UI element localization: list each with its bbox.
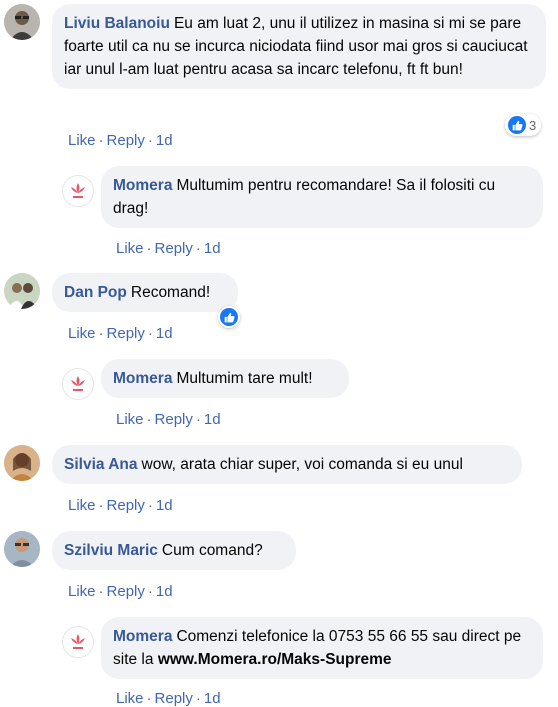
reply-button[interactable]: Reply <box>155 240 193 257</box>
reply-button[interactable]: Reply <box>107 132 145 149</box>
reply-button[interactable]: Reply <box>155 411 193 428</box>
separator: · <box>195 411 201 428</box>
separator: · <box>146 411 152 428</box>
comment-text: Multumim tare mult! <box>176 370 313 387</box>
separator: · <box>98 132 104 149</box>
reaction-count[interactable]: 3 <box>505 114 542 136</box>
timestamp[interactable]: 1d <box>156 325 173 342</box>
separator: · <box>146 690 152 707</box>
separator: · <box>146 240 152 257</box>
comment-author[interactable]: Dan Pop <box>64 284 127 301</box>
comment-author[interactable]: Liviu Balanoiu <box>64 15 170 32</box>
separator: · <box>98 583 104 600</box>
comment-actions: Like · Reply · 1d <box>68 583 173 600</box>
like-icon <box>220 308 238 326</box>
comment-bubble: Momera Multumim tare mult! <box>101 359 349 398</box>
comment-actions: Like · Reply · 1d <box>68 132 173 149</box>
separator: · <box>147 132 153 149</box>
comment-bubble: Momera Multumim pentru recomandare! Sa il… <box>101 166 543 228</box>
avatar[interactable] <box>4 445 40 481</box>
momera-logo-icon <box>71 183 85 198</box>
separator: · <box>98 325 104 342</box>
website-link[interactable]: www.Momera.ro/Maks-Supreme <box>158 651 392 668</box>
reply-button[interactable]: Reply <box>107 497 145 514</box>
comment-actions: Like · Reply · 1d <box>68 325 173 342</box>
comment-actions: Like · Reply · 1d <box>68 497 173 514</box>
avatar[interactable] <box>62 626 94 658</box>
comment-bubble: Momera Comenzi telefonice la 0753 55 66 5… <box>101 617 543 679</box>
comment-author[interactable]: Momera <box>113 370 172 387</box>
like-button[interactable]: Like <box>116 411 144 428</box>
momera-logo-icon <box>71 634 85 649</box>
comment-bubble: Silvia Ana wow, arata chiar super, voi co… <box>52 445 522 484</box>
separator: · <box>147 497 153 514</box>
timestamp[interactable]: 1d <box>204 690 221 707</box>
avatar[interactable] <box>62 368 94 400</box>
like-icon <box>508 116 526 134</box>
comment-author[interactable]: Momera <box>113 177 172 194</box>
like-button[interactable]: Like <box>68 325 96 342</box>
comment-actions: Like · Reply · 1d <box>116 690 221 707</box>
reply-button[interactable]: Reply <box>155 690 193 707</box>
reply-button[interactable]: Reply <box>107 325 145 342</box>
like-button[interactable]: Like <box>116 690 144 707</box>
avatar[interactable] <box>4 531 40 567</box>
separator: · <box>147 325 153 342</box>
comment-author[interactable]: Szilviu Maric <box>64 542 158 559</box>
comment-bubble: Liviu Balanoiu Eu am luat 2, unu il utili… <box>52 4 546 89</box>
avatar[interactable] <box>62 175 94 207</box>
separator: · <box>195 690 201 707</box>
like-button[interactable]: Like <box>68 497 96 514</box>
like-button[interactable]: Like <box>68 132 96 149</box>
timestamp[interactable]: 1d <box>156 132 173 149</box>
timestamp[interactable]: 1d <box>156 497 173 514</box>
comment-bubble: Szilviu Maric Cum comand? <box>52 531 296 570</box>
comment-author[interactable]: Silvia Ana <box>64 456 138 473</box>
like-button[interactable]: Like <box>68 583 96 600</box>
separator: · <box>195 240 201 257</box>
comment-bubble: Dan Pop Recomand! <box>52 273 238 312</box>
separator: · <box>98 497 104 514</box>
comment-actions: Like · Reply · 1d <box>116 240 221 257</box>
reply-button[interactable]: Reply <box>107 583 145 600</box>
separator: · <box>147 583 153 600</box>
comment-text: wow, arata chiar super, voi comanda si e… <box>141 456 463 473</box>
comment-actions: Like · Reply · 1d <box>116 411 221 428</box>
comment-text: Recomand! <box>130 284 211 301</box>
timestamp[interactable]: 1d <box>204 411 221 428</box>
like-button[interactable]: Like <box>116 240 144 257</box>
comment-text: Cum comand? <box>161 542 263 559</box>
reaction-number: 3 <box>529 117 537 133</box>
timestamp[interactable]: 1d <box>204 240 221 257</box>
avatar[interactable] <box>4 273 40 309</box>
timestamp[interactable]: 1d <box>156 583 173 600</box>
comment-author[interactable]: Momera <box>113 628 172 645</box>
momera-logo-icon <box>71 376 85 391</box>
reaction-count[interactable] <box>218 306 240 328</box>
avatar[interactable] <box>4 4 40 40</box>
